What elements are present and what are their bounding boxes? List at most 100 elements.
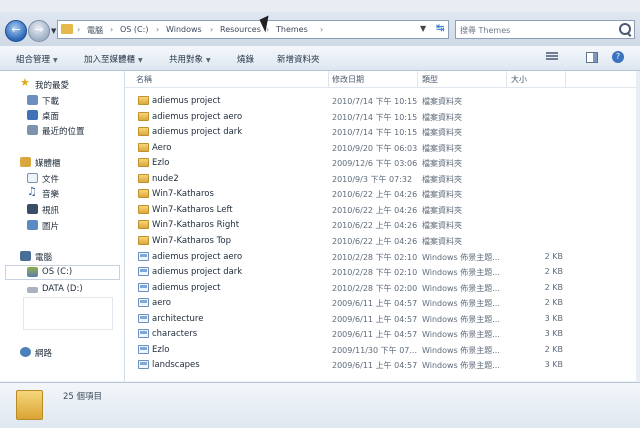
empty-nav-area bbox=[23, 297, 113, 330]
file-date: 2010/2/28 下午 02:10 bbox=[332, 252, 418, 262]
folder-icon bbox=[138, 96, 149, 105]
address-dropdown-chevron-down-icon[interactable]: ▼ bbox=[420, 24, 426, 33]
column-divider[interactable] bbox=[328, 71, 329, 87]
theme-file-icon bbox=[138, 329, 149, 339]
include-in-library-button[interactable]: 加入至媒體櫃 ▼ bbox=[84, 53, 143, 65]
file-type: 檔案資料夾 bbox=[422, 128, 462, 138]
file-date: 2010/6/22 上午 04:26 bbox=[332, 221, 418, 231]
folder-icon bbox=[138, 235, 149, 245]
refresh-icon[interactable]: ↹ bbox=[436, 23, 444, 34]
star-icon: ★ bbox=[20, 76, 30, 89]
burn-button[interactable]: 燒錄 bbox=[237, 53, 254, 65]
theme-file-row[interactable]: characters 2009/6/11 上午 04:57 Windows 佈景主題… bbox=[135, 326, 635, 342]
column-divider[interactable] bbox=[417, 71, 418, 87]
theme-file-row[interactable]: adiemus project 2010/2/28 下午 02:00 Windows… bbox=[135, 280, 635, 296]
breadcrumb-drive-c[interactable]: OS (C:) bbox=[120, 25, 148, 34]
breadcrumb-separator-icon[interactable]: › bbox=[320, 25, 323, 34]
theme-file-row[interactable]: adiemus project dark 2010/2/28 下午 02:10 Wi… bbox=[135, 264, 635, 280]
column-type[interactable]: 類型 bbox=[422, 74, 438, 85]
file-name: aero bbox=[152, 298, 171, 309]
organize-button[interactable]: 組合管理 ▼ bbox=[16, 53, 58, 65]
file-type: Windows 佈景主題... bbox=[422, 268, 500, 278]
back-button[interactable]: ← bbox=[5, 20, 27, 42]
folder-row[interactable]: nude2 2010/9/3 下午 07:32 檔案資料夾 bbox=[135, 171, 635, 187]
file-size: 2 KB bbox=[544, 282, 563, 292]
large-folder-icon bbox=[16, 390, 43, 420]
folder-row[interactable]: Win7-Katharos Right 2010/6/22 上午 04:26 檔案資… bbox=[135, 217, 635, 233]
chevron-down-icon: ▼ bbox=[206, 57, 211, 64]
folder-icon bbox=[138, 189, 149, 199]
new-folder-button[interactable]: 新增資料夾 bbox=[277, 53, 320, 65]
file-name: characters bbox=[152, 329, 198, 340]
column-divider[interactable] bbox=[506, 71, 507, 87]
computer-icon bbox=[20, 251, 31, 261]
folder-icon bbox=[138, 127, 149, 137]
explorer-window: ← → ▼ › 電腦 › OS (C:) › Windows › Resourc… bbox=[0, 0, 640, 428]
file-name: adiemus project dark bbox=[152, 127, 243, 138]
column-divider[interactable] bbox=[565, 71, 566, 87]
file-type: Windows 佈景主題... bbox=[422, 345, 500, 355]
folder-row[interactable]: Win7-Katharos 2010/6/22 上午 04:26 檔案資料夾 bbox=[135, 186, 635, 202]
file-type: Windows 佈景主題... bbox=[422, 283, 500, 293]
address-bar[interactable]: › 電腦 › OS (C:) › Windows › Resources › T… bbox=[57, 20, 449, 39]
breadcrumb-themes[interactable]: Themes bbox=[276, 25, 308, 34]
help-icon[interactable]: ? bbox=[612, 51, 624, 63]
network-icon bbox=[20, 347, 31, 357]
nav-desktop-label: 桌面 bbox=[42, 112, 60, 122]
theme-file-row[interactable]: aero 2009/6/11 上午 04:57 Windows 佈景主題... 2 K… bbox=[135, 295, 635, 311]
theme-file-icon bbox=[138, 344, 149, 354]
scrollbar-track[interactable] bbox=[636, 71, 640, 381]
breadcrumb-computer[interactable]: 電腦 bbox=[87, 25, 103, 36]
file-date: 2010/7/14 下午 10:15 bbox=[332, 128, 418, 138]
folder-row[interactable]: Win7-Katharos Left 2010/6/22 上午 04:26 檔案資料… bbox=[135, 202, 635, 218]
file-date: 2010/9/3 下午 07:32 bbox=[332, 174, 413, 184]
search-icon[interactable] bbox=[619, 23, 631, 35]
breadcrumb-windows[interactable]: Windows bbox=[166, 25, 202, 34]
theme-file-row[interactable]: Ezlo 2009/11/30 下午 07... Windows 佈景主題... 2 … bbox=[135, 342, 635, 358]
view-options-icon[interactable] bbox=[546, 52, 558, 63]
search-placeholder: 搜尋 Themes bbox=[460, 26, 511, 35]
nav-pictures-label: 圖片 bbox=[42, 222, 60, 232]
file-size: 3 KB bbox=[544, 329, 563, 339]
nav-libraries-label: 媒體櫃 bbox=[35, 159, 61, 169]
chevron-down-icon: ▼ bbox=[138, 57, 143, 64]
breadcrumb-separator-icon[interactable]: › bbox=[77, 25, 80, 34]
file-date: 2009/6/11 上午 04:57 bbox=[332, 361, 418, 371]
file-name: adiemus project dark bbox=[152, 267, 243, 278]
file-date: 2009/6/11 上午 04:57 bbox=[332, 314, 418, 324]
file-name: Win7-Katharos Right bbox=[152, 220, 240, 231]
search-input[interactable]: 搜尋 Themes bbox=[455, 20, 635, 39]
column-size[interactable]: 大小 bbox=[511, 74, 527, 85]
forward-button[interactable]: → bbox=[28, 20, 50, 42]
breadcrumb-resources[interactable]: Resources bbox=[220, 25, 261, 34]
forward-arrow-icon: → bbox=[34, 23, 44, 36]
breadcrumb-separator-icon[interactable]: › bbox=[210, 25, 213, 34]
share-with-button[interactable]: 共用對象 ▼ bbox=[169, 53, 211, 65]
folder-icon bbox=[138, 220, 149, 230]
folder-row[interactable]: adiemus project 2010/7/14 下午 10:15 檔案資料夾 bbox=[135, 93, 635, 109]
include-in-library-label: 加入至媒體櫃 bbox=[84, 55, 136, 65]
nav-drive-d-label: DATA (D:) bbox=[42, 284, 83, 294]
theme-file-row[interactable]: architecture 2009/6/11 上午 04:57 Windows 佈景… bbox=[135, 311, 635, 327]
file-date: 2010/7/14 下午 10:15 bbox=[332, 97, 418, 106]
preview-pane-icon[interactable] bbox=[586, 52, 598, 63]
folder-row[interactable]: Win7-Katharos Top 2010/6/22 上午 04:26 檔案資料夾 bbox=[135, 233, 635, 249]
folder-row[interactable]: Aero 2010/9/20 下午 06:03 檔案資料夾 bbox=[135, 140, 635, 156]
file-type: 檔案資料夾 bbox=[422, 221, 462, 231]
file-name: Aero bbox=[152, 142, 172, 153]
folder-row[interactable]: Ezlo 2009/12/6 下午 03:06 檔案資料夾 bbox=[135, 155, 635, 171]
column-name[interactable]: 名稱 bbox=[136, 74, 152, 85]
column-date[interactable]: 修改日期 bbox=[332, 74, 364, 85]
breadcrumb-separator-icon[interactable]: › bbox=[156, 25, 159, 34]
breadcrumb-separator-icon[interactable]: › bbox=[110, 25, 113, 34]
theme-file-row[interactable]: adiemus project aero 2010/2/28 下午 02:10 Wi… bbox=[135, 249, 635, 265]
file-size: 3 KB bbox=[544, 360, 563, 370]
item-count: 25 個項目 bbox=[63, 392, 103, 402]
recent-pages-chevron-down-icon[interactable]: ▼ bbox=[51, 27, 56, 35]
folder-row[interactable]: adiemus project dark 2010/7/14 下午 10:15 檔案… bbox=[135, 124, 635, 140]
command-toolbar: 組合管理 ▼ 加入至媒體櫃 ▼ 共用對象 ▼ 燒錄 新增資料夾 bbox=[0, 46, 640, 71]
file-type: Windows 佈景主題... bbox=[422, 314, 500, 324]
theme-file-row[interactable]: landscapes 2009/6/11 上午 04:57 Windows 佈景主題… bbox=[135, 357, 635, 373]
nav-computer-label: 電腦 bbox=[35, 253, 53, 263]
folder-row[interactable]: adiemus project aero 2010/7/14 下午 10:15 檔案… bbox=[135, 109, 635, 125]
